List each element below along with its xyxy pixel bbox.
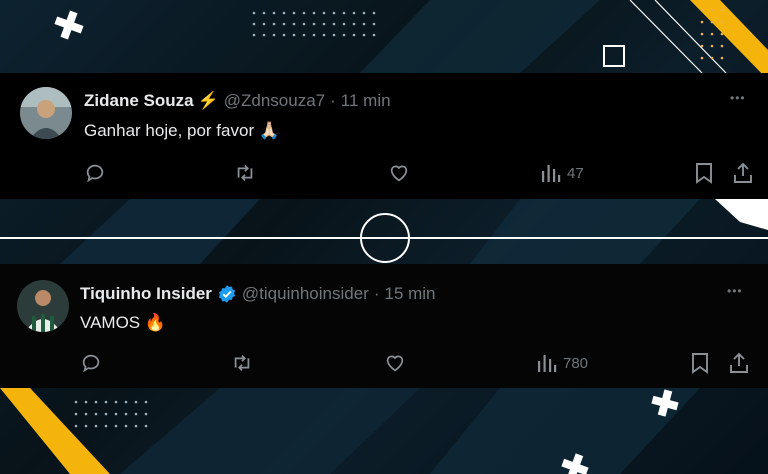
bookmark-button[interactable] [690, 352, 710, 374]
views-count: 780 [563, 354, 589, 372]
plus-icon [561, 453, 589, 474]
share-icon [734, 162, 752, 183]
dot-grid [74, 400, 148, 428]
retweet-button[interactable] [230, 352, 254, 374]
tweet-card[interactable]: Tiquinho Insider @tiquinhoinsider · 15 m… [0, 264, 768, 388]
heart-icon [390, 165, 408, 182]
views-button[interactable]: 47 [541, 162, 584, 184]
display-name[interactable]: Zidane Souza [84, 91, 194, 111]
separator-dot: · [373, 284, 380, 303]
more-options-icon[interactable]: ••• [727, 284, 743, 298]
plus-icon [54, 10, 84, 40]
square-outline-shape [603, 45, 625, 67]
share-icon [730, 352, 748, 373]
avatar-image [17, 280, 69, 332]
avatar[interactable] [17, 280, 69, 332]
tweet-text: Ganhar hoje, por favor 🙏🏻 [84, 121, 280, 140]
timestamp[interactable]: 11 min [341, 91, 391, 111]
handle[interactable]: @tiquinhoinsider [242, 284, 369, 304]
tweet-header: Zidane Souza ⚡ @Zdnsouza7 · 11 min [84, 91, 391, 111]
reply-icon [82, 354, 100, 373]
heart-icon [386, 355, 404, 372]
bookmark-button[interactable] [694, 162, 714, 184]
lightning-emoji: ⚡ [197, 91, 219, 110]
reply-button[interactable] [84, 162, 106, 184]
more-options-icon[interactable]: ••• [730, 91, 746, 105]
separator-dot: · [330, 91, 336, 110]
tweet-header: Tiquinho Insider @tiquinhoinsider · 15 m… [80, 284, 436, 304]
reply-icon [86, 164, 104, 183]
retweet-icon [237, 165, 253, 181]
center-circle [360, 213, 410, 263]
retweet-button[interactable] [233, 162, 257, 184]
bookmark-icon [696, 163, 712, 184]
retweet-icon [234, 355, 250, 371]
views-icon [538, 355, 557, 372]
timestamp[interactable]: 15 min [384, 284, 435, 304]
avatar[interactable] [20, 87, 72, 139]
views-icon [542, 165, 561, 182]
reply-button[interactable] [80, 352, 102, 374]
views-button[interactable]: 780 [537, 352, 588, 374]
avatar-image [20, 87, 72, 139]
share-button[interactable] [733, 162, 753, 184]
plus-icon [651, 389, 679, 417]
bookmark-icon [692, 353, 708, 374]
tweet-text: VAMOS 🔥 [80, 313, 167, 332]
background-canvas: Zidane Souza ⚡ @Zdnsouza7 · 11 min ••• G… [0, 0, 768, 474]
dot-grid [252, 11, 376, 37]
verified-badge-icon [218, 285, 236, 303]
dot-grid [700, 8, 724, 60]
tweet-card[interactable]: Zidane Souza ⚡ @Zdnsouza7 · 11 min ••• G… [0, 73, 768, 199]
handle[interactable]: @Zdnsouza7 [224, 91, 325, 111]
share-button[interactable] [729, 352, 749, 374]
like-button[interactable] [384, 352, 406, 374]
views-count: 47 [567, 164, 584, 182]
like-button[interactable] [388, 162, 410, 184]
display-name[interactable]: Tiquinho Insider [80, 284, 212, 304]
